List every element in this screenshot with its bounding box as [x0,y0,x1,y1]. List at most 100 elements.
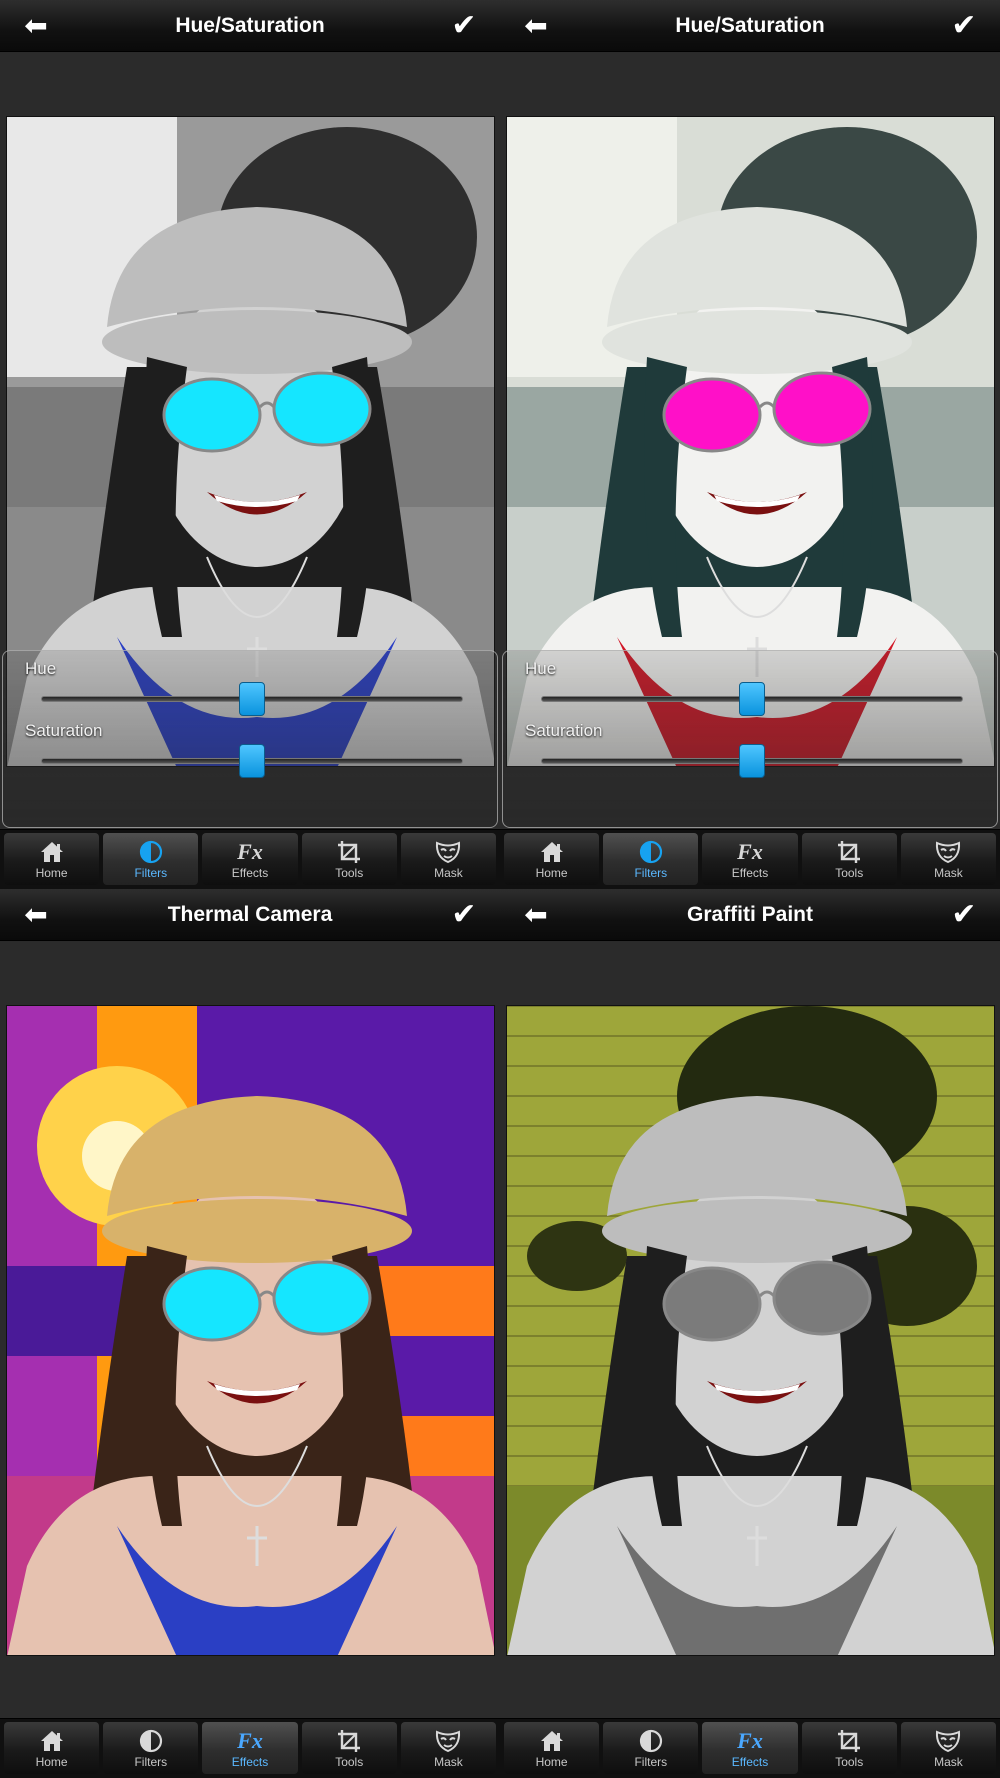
tab-label: Effects [231,1754,269,1769]
bottom-toolbar: Home Filters Fx Effects Tools Mask [0,1718,500,1778]
crop-icon [836,839,862,865]
tab-filters[interactable]: Filters [103,833,199,885]
tab-tools[interactable]: Tools [301,833,397,885]
tab-home[interactable]: Home [4,1722,100,1774]
filters-icon [638,1728,664,1754]
canvas-area: Hue Saturation [500,53,1000,829]
editor-screen-3: ⬅ Thermal Camera ✔ Home Filters Fx Effects T… [0,889,500,1778]
canvas-area: Hue Saturation [0,53,500,829]
effects-icon: Fx [237,1727,263,1753]
hue-slider-thumb[interactable] [739,682,765,716]
editor-screen-1: ⬅ Hue/Saturation ✔ Hue Saturation Home Filt… [0,0,500,889]
tab-mask[interactable]: Mask [900,1722,997,1774]
tab-mask[interactable]: Mask [400,1722,497,1774]
tab-home[interactable]: Home [4,833,100,885]
home-icon [39,1728,65,1754]
mask-icon [934,839,962,865]
tab-label: Effects [731,1754,769,1769]
tab-label: Mask [934,1754,963,1769]
effects-icon: Fx [737,838,763,864]
bottom-toolbar: Home Filters Fx Effects Tools Mask [500,1718,1000,1778]
tab-effects[interactable]: Fx Effects [202,1722,298,1774]
apply-check-icon[interactable]: ✔ [944,897,984,933]
filters-icon [138,1728,164,1754]
mask-icon [934,1728,962,1754]
screen-title: Hue/Saturation [175,14,325,37]
tab-effects[interactable]: Fx Effects [702,1722,798,1774]
effects-icon: Fx [237,838,263,864]
tab-effects[interactable]: Fx Effects [202,833,298,885]
tab-home[interactable]: Home [504,1722,600,1774]
tab-label: Mask [434,865,463,880]
hue-label: Hue [525,659,557,678]
editor-screen-2: ⬅ Hue/Saturation ✔ Hue Saturation Home Filt… [500,0,1000,889]
editor-screen-4: ⬅ Graffiti Paint ✔ Home Filters Fx Effects T… [500,889,1000,1778]
tab-label: Tools [335,865,364,880]
mask-icon [434,839,462,865]
edited-photo[interactable] [6,1005,495,1656]
tab-mask[interactable]: Mask [900,833,997,885]
mask-icon [434,1728,462,1754]
tab-label: Tools [835,1754,864,1769]
tab-label: Mask [434,1754,463,1769]
tab-label: Effects [731,865,769,880]
home-icon [539,839,565,865]
back-arrow-icon[interactable]: ⬅ [18,899,54,931]
saturation-label: Saturation [25,721,103,740]
bottom-toolbar: Home Filters Fx Effects Tools Mask [0,829,500,889]
tab-filters[interactable]: Filters [603,1722,699,1774]
tab-label: Home [35,1754,68,1769]
home-icon [39,839,65,865]
filters-icon [638,839,664,865]
tab-effects[interactable]: Fx Effects [702,833,798,885]
hue-label: Hue [25,659,57,678]
tab-filters[interactable]: Filters [603,833,699,885]
effects-icon: Fx [737,1727,763,1753]
saturation-label: Saturation [525,721,603,740]
apply-check-icon[interactable]: ✔ [444,897,484,933]
tab-label: Tools [335,1754,364,1769]
tab-home[interactable]: Home [504,833,600,885]
home-icon [539,1728,565,1754]
back-arrow-icon[interactable]: ⬅ [518,899,554,931]
tab-tools[interactable]: Tools [301,1722,397,1774]
tab-tools[interactable]: Tools [801,833,897,885]
crop-icon [836,1728,862,1754]
tab-label: Mask [934,865,963,880]
screen-title: Thermal Camera [167,903,333,926]
tab-label: Home [35,865,68,880]
top-bar: ⬅ Thermal Camera ✔ [0,889,500,941]
tab-tools[interactable]: Tools [801,1722,897,1774]
top-bar: ⬅ Graffiti Paint ✔ [500,889,1000,941]
hue-saturation-controls: Hue Saturation [2,650,498,828]
canvas-area [500,942,1000,1718]
hue-slider-thumb[interactable] [239,682,265,716]
top-bar: ⬅ Hue/Saturation ✔ [500,0,1000,52]
filters-icon [138,839,164,865]
screen-title: Hue/Saturation [675,14,825,37]
back-arrow-icon[interactable]: ⬅ [18,10,54,42]
apply-check-icon[interactable]: ✔ [944,8,984,44]
tab-label: Effects [231,865,269,880]
tab-label: Filters [634,865,668,880]
tab-label: Filters [134,865,168,880]
tab-filters[interactable]: Filters [103,1722,199,1774]
canvas-area [0,942,500,1718]
bottom-toolbar: Home Filters Fx Effects Tools Mask [500,829,1000,889]
top-bar: ⬅ Hue/Saturation ✔ [0,0,500,52]
hue-saturation-controls: Hue Saturation [502,650,998,828]
screen-title: Graffiti Paint [686,903,813,926]
crop-icon [336,1728,362,1754]
apply-check-icon[interactable]: ✔ [444,8,484,44]
tab-label: Filters [634,1754,668,1769]
tab-mask[interactable]: Mask [400,833,497,885]
tab-label: Tools [835,865,864,880]
back-arrow-icon[interactable]: ⬅ [518,10,554,42]
collage-grid: ⬅ Hue/Saturation ✔ Hue Saturation Home Filt… [0,0,1000,1778]
edited-photo[interactable] [506,1005,995,1656]
saturation-slider-thumb[interactable] [239,744,265,778]
tab-label: Filters [134,1754,168,1769]
tab-label: Home [535,865,568,880]
crop-icon [336,839,362,865]
saturation-slider-thumb[interactable] [739,744,765,778]
